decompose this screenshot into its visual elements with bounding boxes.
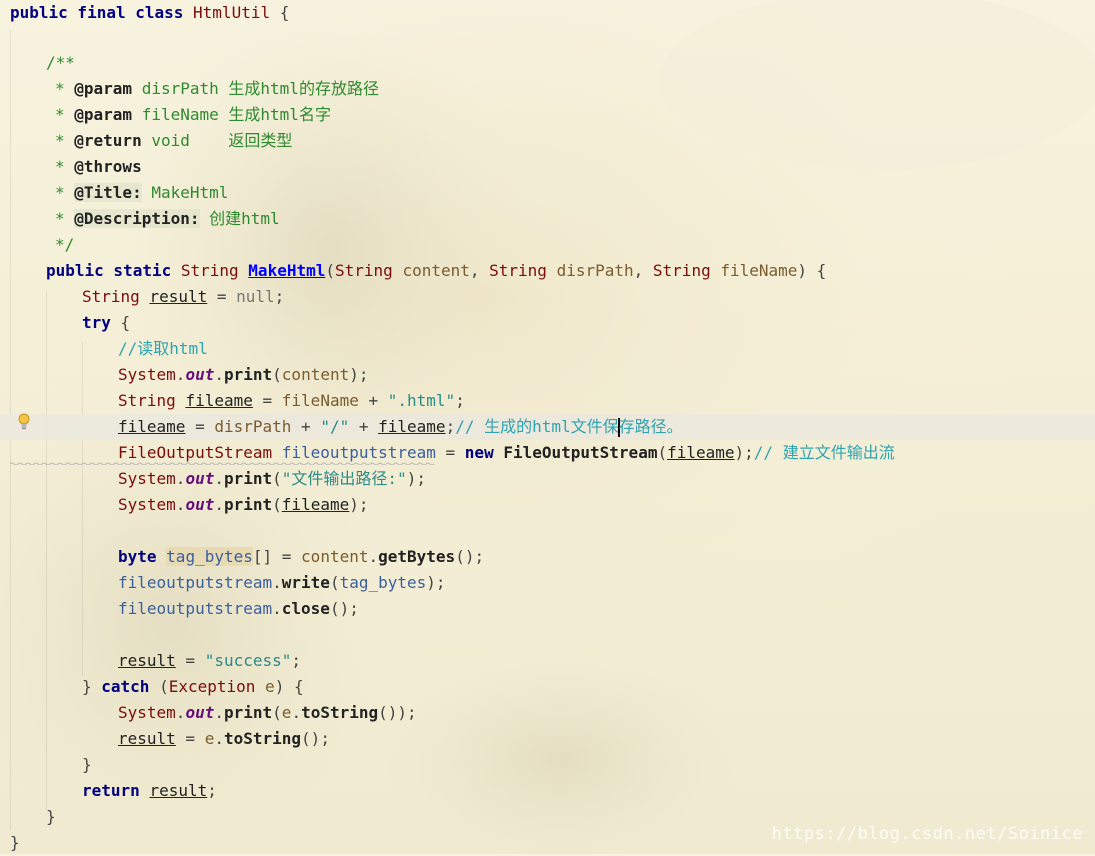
code-line-10[interactable]: */ bbox=[55, 232, 1095, 258]
watermark: https://blog.csdn.net/Soinice bbox=[771, 824, 1083, 844]
code-line-5[interactable]: * @param fileName 生成html名字 bbox=[55, 102, 1095, 128]
code-line-14[interactable]: //读取html bbox=[118, 336, 1095, 362]
code-line-24[interactable]: fileoutputstream.close(); bbox=[118, 596, 1095, 622]
code-line-9[interactable]: * @Description: 创建html bbox=[55, 206, 1095, 232]
code-line-16[interactable]: String fileame = fileName + ".html"; bbox=[118, 388, 1095, 414]
code-line-12[interactable]: String result = null; bbox=[82, 284, 1095, 310]
code-line-23[interactable]: fileoutputstream.write(tag_bytes); bbox=[118, 570, 1095, 596]
intention-bulb-icon[interactable] bbox=[15, 412, 33, 432]
code-line-30[interactable]: } bbox=[82, 752, 1095, 778]
code-line-1[interactable]: public final class HtmlUtil { bbox=[10, 0, 1095, 26]
code-line-26[interactable]: result = "success"; bbox=[118, 648, 1095, 674]
code-line-17-current[interactable]: fileame = disrPath + "/" + fileame;// 生成… bbox=[0, 414, 1095, 440]
indent-guide bbox=[82, 342, 83, 676]
code-editor[interactable]: public final class HtmlUtil { /** * @par… bbox=[0, 0, 1095, 854]
code-line-28[interactable]: System.out.print(e.toString()); bbox=[118, 700, 1095, 726]
method-name-link[interactable]: MakeHtml bbox=[248, 261, 325, 280]
code-line-15[interactable]: System.out.print(content); bbox=[118, 362, 1095, 388]
code-line-29[interactable]: result = e.toString(); bbox=[118, 726, 1095, 752]
code-line-7[interactable]: * @throws bbox=[55, 154, 1095, 180]
code-line-13[interactable]: try { bbox=[82, 310, 1095, 336]
code-line-22[interactable]: byte tag_bytes[] = content.getBytes(); bbox=[118, 544, 1095, 570]
indent-guide bbox=[46, 290, 47, 810]
code-line-6[interactable]: * @return void 返回类型 bbox=[55, 128, 1095, 154]
code-line-11[interactable]: public static String MakeHtml(String con… bbox=[46, 258, 1095, 284]
code-line-27[interactable]: } catch (Exception e) { bbox=[82, 674, 1095, 700]
code-line-8[interactable]: * @Title: MakeHtml bbox=[55, 180, 1095, 206]
code-line-19[interactable]: System.out.print("文件输出路径:"); bbox=[118, 466, 1095, 492]
code-line-4[interactable]: * @param disrPath 生成html的存放路径 bbox=[55, 76, 1095, 102]
code-line-3[interactable]: /** bbox=[46, 50, 1095, 76]
code-line-31[interactable]: return result; bbox=[82, 778, 1095, 804]
class-name: HtmlUtil bbox=[193, 3, 271, 22]
code-line-20[interactable]: System.out.print(fileame); bbox=[118, 492, 1095, 518]
warning-squiggle bbox=[10, 462, 435, 465]
